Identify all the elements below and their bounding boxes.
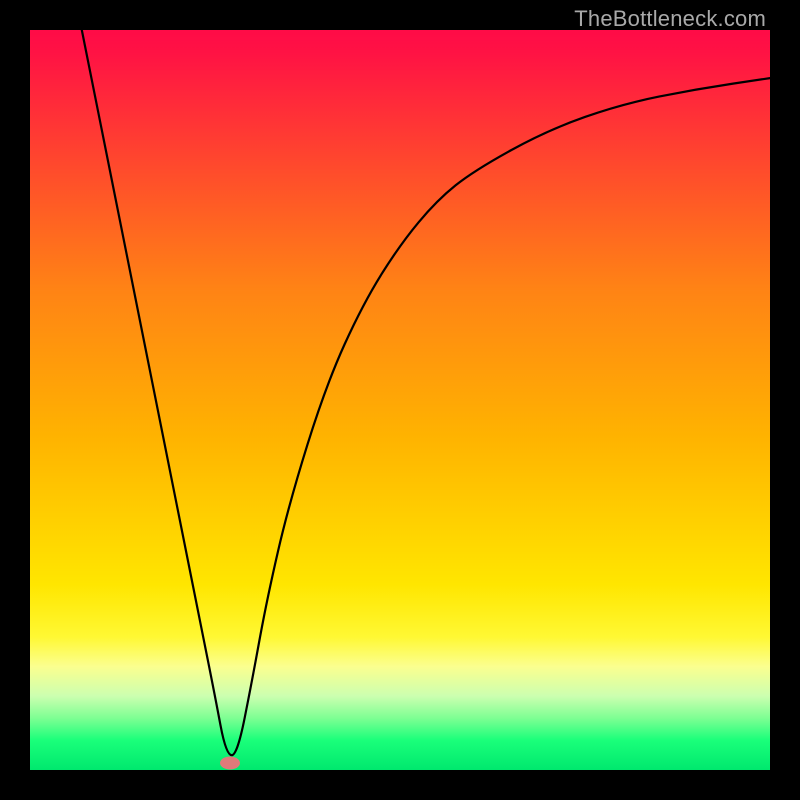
chart-frame: TheBottleneck.com [0,0,800,800]
vertex-marker [220,756,240,769]
plot-area [30,30,770,770]
watermark-text: TheBottleneck.com [574,6,766,32]
curve-svg [30,30,770,770]
curve-path [82,30,770,755]
